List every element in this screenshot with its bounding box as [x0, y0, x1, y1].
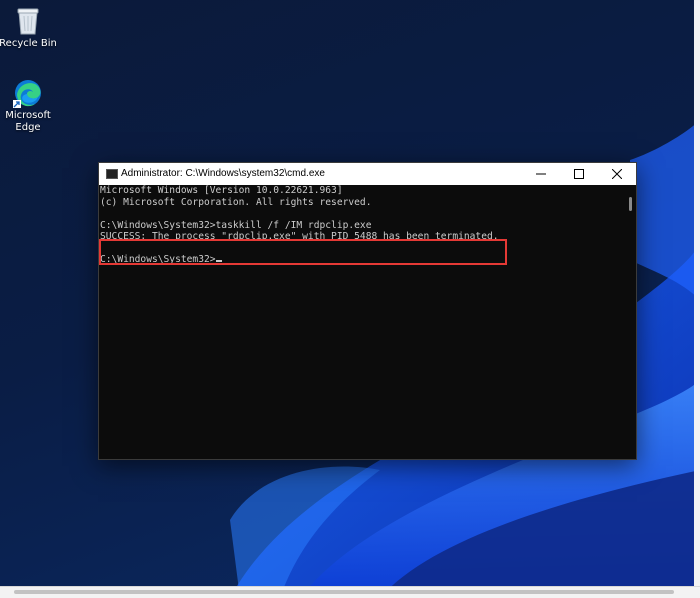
maximize-icon: [574, 169, 584, 179]
vertical-scrollbar[interactable]: [626, 185, 636, 459]
recycle-bin-label: Recycle Bin: [0, 38, 57, 49]
desktop: Recycle Bin Microsoft Edge Administrator…: [0, 0, 700, 598]
console-prompt: C:\Windows\System32>: [100, 254, 216, 265]
console-line-result: SUCCESS: The process "rdpclip.exe" with …: [100, 231, 499, 242]
edge-label-line2: Edge: [15, 122, 41, 133]
console-prompt-line[interactable]: C:\Windows\System32>: [100, 254, 626, 266]
console-line-command: C:\Windows\System32>taskkill /f /IM rdpc…: [100, 219, 372, 231]
right-edge-strip: [694, 0, 700, 586]
minimize-button[interactable]: [522, 163, 560, 185]
close-button[interactable]: [598, 163, 636, 185]
console-output[interactable]: Microsoft Windows [Version 10.0.22621.96…: [99, 185, 626, 459]
window-title: Administrator: C:\Windows\system32\cmd.e…: [121, 168, 325, 179]
window-titlebar[interactable]: Administrator: C:\Windows\system32\cmd.e…: [99, 163, 636, 185]
desktop-icon-recycle-bin[interactable]: Recycle Bin: [0, 6, 60, 50]
cmd-window[interactable]: Administrator: C:\Windows\system32\cmd.e…: [98, 162, 637, 460]
text-cursor: [215, 260, 222, 262]
horizontal-scrollbar-thumb[interactable]: [14, 590, 674, 594]
console-line: (c) Microsoft Corporation. All rights re…: [100, 196, 372, 208]
edge-icon: [13, 80, 41, 108]
edge-label-line1: Microsoft: [5, 110, 51, 121]
console-line: Microsoft Windows [Version 10.0.22621.96…: [100, 185, 343, 196]
close-icon: [612, 169, 622, 179]
recycle-bin-icon: [17, 8, 39, 35]
horizontal-scrollbar[interactable]: [0, 586, 700, 598]
maximize-button[interactable]: [560, 163, 598, 185]
cmd-icon: [106, 169, 118, 179]
minimize-icon: [536, 173, 546, 175]
scrollbar-thumb[interactable]: [629, 197, 632, 211]
desktop-icon-edge[interactable]: Microsoft Edge: [0, 78, 60, 134]
